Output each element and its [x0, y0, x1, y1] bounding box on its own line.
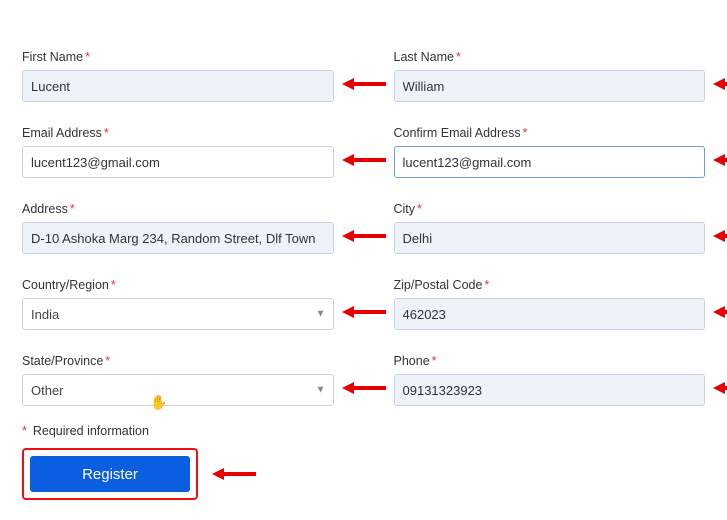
- field-last-name: Last Name*: [394, 50, 706, 102]
- select-wrap-country: India ▼: [22, 298, 334, 330]
- field-address: Address*: [22, 202, 334, 254]
- annotation-arrow: [342, 381, 386, 395]
- required-asterisk: *: [70, 202, 75, 216]
- required-asterisk: *: [484, 278, 489, 292]
- register-button[interactable]: Register: [30, 456, 190, 492]
- field-first-name: First Name*: [22, 50, 334, 102]
- required-asterisk: *: [523, 126, 528, 140]
- required-asterisk: *: [105, 354, 110, 368]
- select-state[interactable]: Other: [22, 374, 334, 406]
- required-note-text: Required information: [33, 424, 149, 438]
- required-asterisk: *: [22, 424, 27, 438]
- annotation-arrow: [342, 153, 386, 167]
- input-zip[interactable]: [394, 298, 706, 330]
- label-first-name: First Name*: [22, 50, 334, 64]
- required-asterisk: *: [417, 202, 422, 216]
- input-city[interactable]: [394, 222, 706, 254]
- annotation-arrow: [342, 77, 386, 91]
- field-phone: Phone*: [394, 354, 706, 406]
- label-address: Address*: [22, 202, 334, 216]
- field-city: City*: [394, 202, 706, 254]
- annotation-arrow: [713, 77, 727, 91]
- label-text: State/Province: [22, 354, 103, 368]
- input-last-name[interactable]: [394, 70, 706, 102]
- required-asterisk: *: [85, 50, 90, 64]
- select-wrap-state: Other ▼: [22, 374, 334, 406]
- label-state: State/Province*: [22, 354, 334, 368]
- label-text: Address: [22, 202, 68, 216]
- registration-form: First Name* Last Name* Email Address* Co…: [22, 50, 705, 406]
- register-row: Register: [22, 448, 705, 500]
- required-asterisk: *: [111, 278, 116, 292]
- required-note: * Required information: [22, 424, 705, 438]
- input-address[interactable]: [22, 222, 334, 254]
- field-confirm-email: Confirm Email Address*: [394, 126, 706, 178]
- field-state: State/Province* Other ▼ ✋: [22, 354, 334, 406]
- label-text: Email Address: [22, 126, 102, 140]
- field-country: Country/Region* India ▼: [22, 278, 334, 330]
- label-text: Confirm Email Address: [394, 126, 521, 140]
- input-confirm-email[interactable]: [394, 146, 706, 178]
- label-country: Country/Region*: [22, 278, 334, 292]
- register-highlight: Register: [22, 448, 198, 500]
- label-text: Last Name: [394, 50, 454, 64]
- input-email[interactable]: [22, 146, 334, 178]
- label-email: Email Address*: [22, 126, 334, 140]
- label-text: Phone: [394, 354, 430, 368]
- label-confirm-email: Confirm Email Address*: [394, 126, 706, 140]
- label-city: City*: [394, 202, 706, 216]
- field-email: Email Address*: [22, 126, 334, 178]
- label-text: Country/Region: [22, 278, 109, 292]
- label-text: First Name: [22, 50, 83, 64]
- input-first-name[interactable]: [22, 70, 334, 102]
- annotation-arrow: [342, 305, 386, 319]
- annotation-arrow: [212, 467, 256, 481]
- label-zip: Zip/Postal Code*: [394, 278, 706, 292]
- input-phone[interactable]: [394, 374, 706, 406]
- required-asterisk: *: [104, 126, 109, 140]
- annotation-arrow: [713, 229, 727, 243]
- label-phone: Phone*: [394, 354, 706, 368]
- annotation-arrow: [342, 229, 386, 243]
- required-asterisk: *: [432, 354, 437, 368]
- select-country[interactable]: India: [22, 298, 334, 330]
- label-last-name: Last Name*: [394, 50, 706, 64]
- field-zip: Zip/Postal Code*: [394, 278, 706, 330]
- label-text: City: [394, 202, 416, 216]
- required-asterisk: *: [456, 50, 461, 64]
- annotation-arrow: [713, 153, 727, 167]
- label-text: Zip/Postal Code: [394, 278, 483, 292]
- annotation-arrow: [713, 381, 727, 395]
- annotation-arrow: [713, 305, 727, 319]
